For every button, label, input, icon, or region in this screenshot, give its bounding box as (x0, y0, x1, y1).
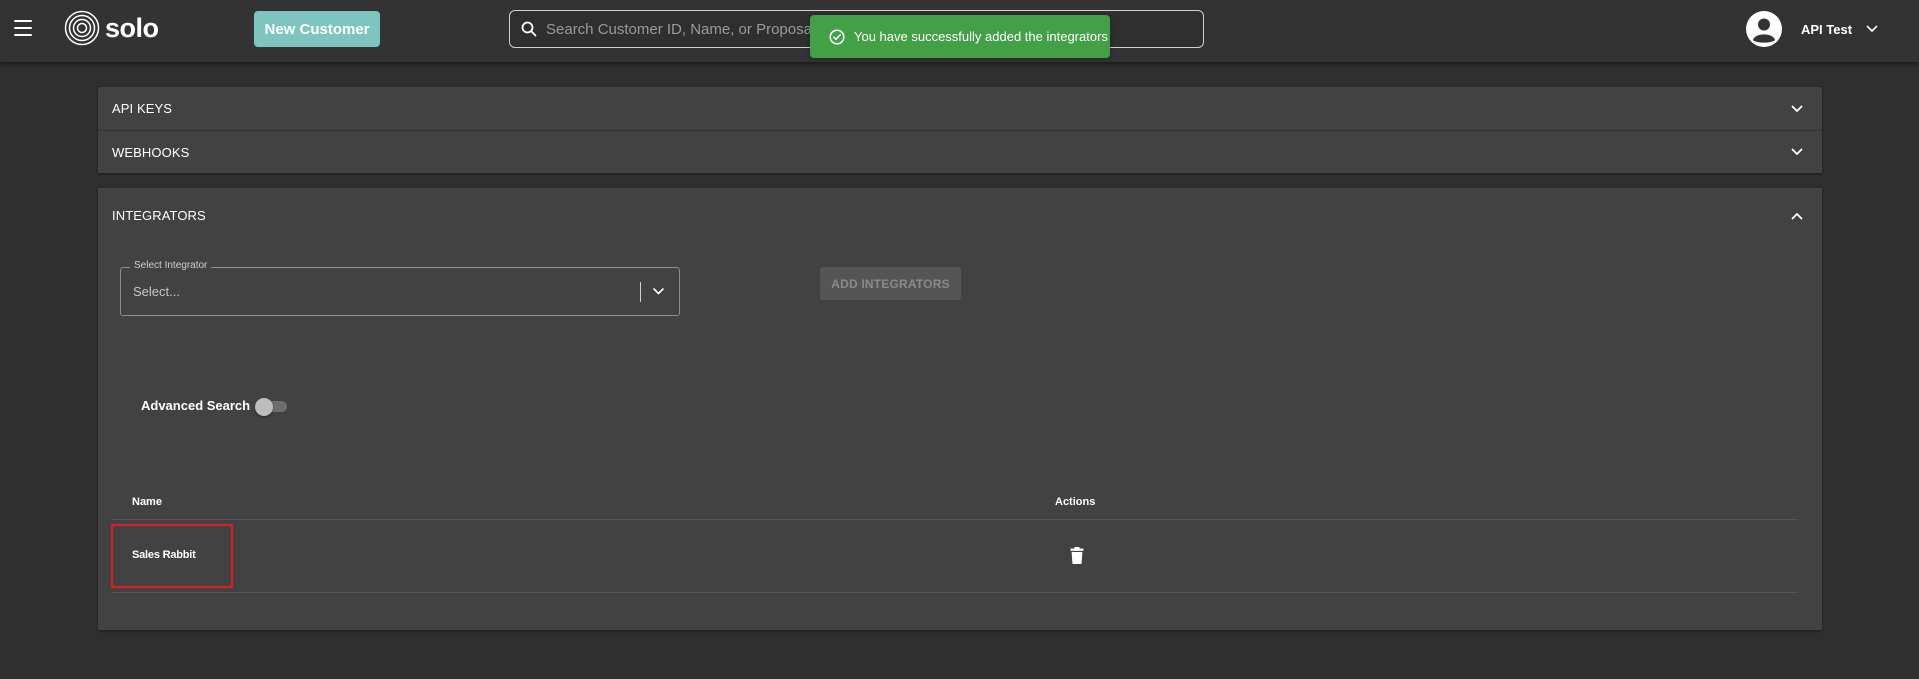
user-menu[interactable]: API Test (1746, 11, 1878, 47)
settings-accordion: API KEYS WEBHOOKS (98, 87, 1822, 173)
column-header-name: Name (132, 496, 162, 508)
add-integrators-button[interactable]: ADD INTEGRATORS (820, 267, 961, 300)
success-toast: You have successfully added the integrat… (810, 15, 1110, 58)
table-row: Sales Rabbit (111, 520, 1798, 593)
integrators-panel: INTEGRATORS Select Integrator Select... … (98, 188, 1822, 630)
integrators-table: Name Actions Sales Rabbit (111, 484, 1798, 593)
chevron-down-icon (1791, 105, 1803, 112)
api-keys-section-header[interactable]: API KEYS (98, 87, 1822, 130)
toast-message: You have successfully added the integrat… (854, 29, 1108, 44)
chevron-up-icon (1791, 212, 1803, 219)
user-name: API Test (1801, 21, 1853, 37)
trash-icon[interactable] (1070, 547, 1084, 564)
integrators-section-header[interactable]: INTEGRATORS (98, 188, 1822, 243)
select-integrator-dropdown[interactable]: Select Integrator Select... (120, 260, 680, 316)
brand-logo[interactable]: solo (64, 10, 159, 46)
select-integrator-value: Select... (133, 284, 180, 299)
menu-icon[interactable] (14, 20, 32, 36)
check-circle-icon (829, 28, 845, 45)
search-icon (521, 21, 537, 37)
chevron-down-icon (1791, 148, 1803, 155)
advanced-search-toggle[interactable] (255, 398, 289, 416)
new-customer-button[interactable]: New Customer (254, 11, 380, 47)
toggle-knob (255, 398, 273, 416)
chevron-down-icon[interactable] (652, 285, 665, 298)
advanced-search-label: Advanced Search (141, 398, 251, 413)
integrator-name[interactable]: Sales Rabbit (132, 549, 196, 561)
integrators-title: INTEGRATORS (112, 208, 206, 223)
chevron-down-icon (1866, 25, 1878, 32)
solo-logo-icon (64, 10, 100, 46)
select-integrator-label: Select Integrator (130, 260, 212, 271)
api-keys-title: API KEYS (112, 101, 173, 116)
webhooks-title: WEBHOOKS (112, 144, 190, 160)
select-separator (640, 282, 641, 302)
brand-name: solo (105, 12, 159, 43)
table-header: Name Actions (112, 484, 1798, 520)
column-header-actions: Actions (1055, 496, 1096, 508)
user-avatar-icon (1746, 11, 1782, 47)
webhooks-section-header[interactable]: WEBHOOKS (98, 130, 1822, 173)
